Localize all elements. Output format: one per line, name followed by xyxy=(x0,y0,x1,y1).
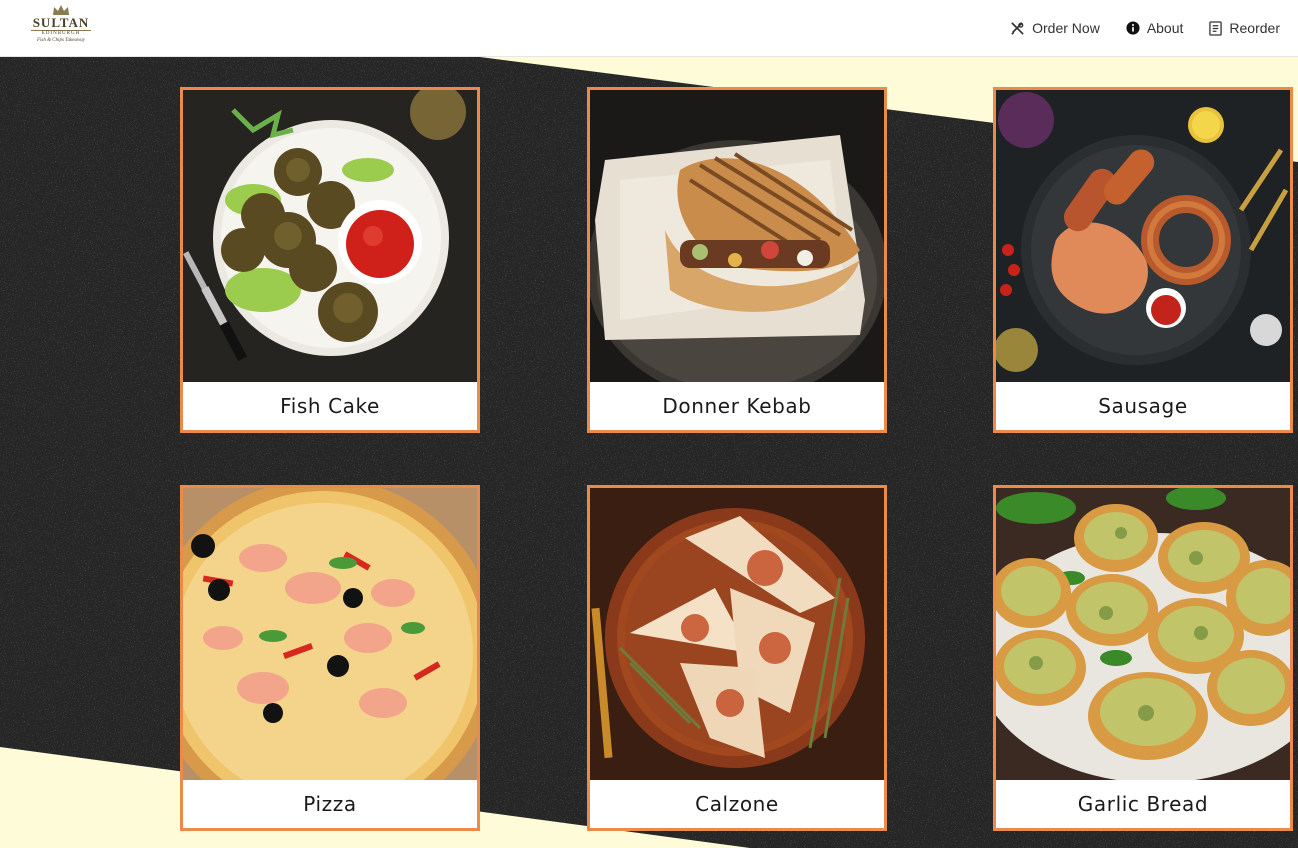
menu-card-label: Fish Cake xyxy=(280,394,380,418)
receipt-icon xyxy=(1209,20,1223,36)
menu-card-sausage[interactable]: Sausage xyxy=(993,87,1293,433)
calzone-image xyxy=(590,488,884,780)
nav-reorder[interactable]: Reorder xyxy=(1209,20,1280,36)
utensils-icon xyxy=(1011,21,1024,35)
fish-cake-image xyxy=(183,90,477,382)
top-navigation-bar: SULTAN EDINBURGH Fish & Chips Takeaway O… xyxy=(0,0,1298,57)
menu-card-label: Sausage xyxy=(1098,394,1188,418)
menu-card-fish-cake[interactable]: Fish Cake xyxy=(180,87,480,433)
nav-reorder-label: Reorder xyxy=(1229,20,1280,36)
menu-card-label: Garlic Bread xyxy=(1077,792,1209,816)
nav-order-now[interactable]: Order Now xyxy=(1010,20,1100,36)
menu-card-calzone[interactable]: Calzone xyxy=(587,485,887,831)
brand-logo[interactable]: SULTAN EDINBURGH Fish & Chips Takeaway xyxy=(24,4,98,48)
info-circle-icon xyxy=(1126,21,1140,35)
brand-subtitle: Fish & Chips Takeaway xyxy=(36,38,85,43)
nav-about[interactable]: About xyxy=(1126,20,1184,36)
brand-name: SULTAN xyxy=(32,15,90,30)
menu-card-garlic-bread[interactable]: Garlic Bread xyxy=(993,485,1293,831)
menu-card-pizza[interactable]: Pizza xyxy=(180,485,480,831)
menu-card-label: Donner Kebab xyxy=(662,394,812,418)
garlic-bread-image xyxy=(996,488,1290,780)
nav-order-now-label: Order Now xyxy=(1032,20,1100,36)
menu-card-label: Calzone xyxy=(695,792,779,816)
sausage-image xyxy=(996,90,1290,382)
menu-card-donner-kebab[interactable]: Donner Kebab xyxy=(587,87,887,433)
pizza-image xyxy=(183,488,477,780)
main-nav: Order Now About Reorder xyxy=(1010,0,1298,56)
menu-card-label: Pizza xyxy=(303,792,357,816)
donner-kebab-image xyxy=(590,90,884,382)
brand-tagline: EDINBURGH xyxy=(31,30,91,37)
nav-about-label: About xyxy=(1146,20,1184,36)
